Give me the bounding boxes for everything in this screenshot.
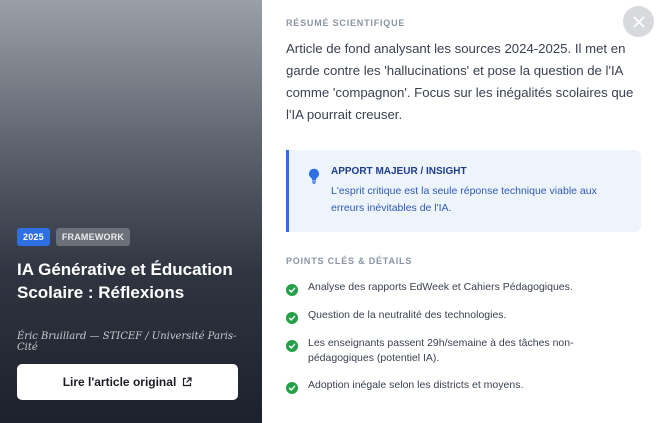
external-link-icon (183, 377, 192, 387)
key-points-heading: POINTS CLÉS & DÉTAILS (286, 256, 413, 266)
close-button[interactable] (623, 6, 654, 37)
check-circle-icon (286, 340, 298, 352)
year-badge: 2025 (17, 228, 50, 246)
read-original-label: Lire l'article original (62, 375, 177, 389)
point-text: Les enseignants passent 29h/semaine à de… (308, 337, 574, 364)
type-badge: FRAMEWORK (55, 228, 131, 246)
point-text: Question de la neutralité des technologi… (308, 309, 507, 321)
point-text: Analyse des rapports EdWeek et Cahiers P… (308, 281, 573, 293)
article-author: Éric Bruillard — STICEF / Université Par… (17, 331, 237, 353)
close-icon (633, 16, 644, 27)
key-points-list: Analyse des rapports EdWeek et Cahiers P… (286, 280, 646, 406)
article-title: IA Générative et Éducation Scolaire : Ré… (17, 260, 233, 302)
point-text: Adoption inégale selon les districts et … (308, 379, 524, 391)
check-circle-icon (286, 284, 298, 296)
tag-list: 2025 FRAMEWORK (17, 228, 131, 246)
details-panel: RÉSUMÉ SCIENTIFIQUE Article de fond anal… (262, 0, 664, 423)
list-item: Analyse des rapports EdWeek et Cahiers P… (286, 280, 646, 296)
summary-text: Article de fond analysant les sources 20… (286, 41, 634, 122)
check-circle-icon (286, 382, 298, 394)
check-circle-icon (286, 312, 298, 324)
insight-box: APPORT MAJEUR / INSIGHT L'esprit critiqu… (286, 150, 641, 232)
lightbulb-icon (309, 168, 319, 184)
insight-text: L'esprit critique est la seule réponse t… (331, 185, 597, 214)
insight-title: APPORT MAJEUR / INSIGHT (331, 166, 467, 177)
summary-heading: RÉSUMÉ SCIENTIFIQUE (286, 18, 406, 28)
list-item: Les enseignants passent 29h/semaine à de… (286, 336, 646, 366)
list-item: Adoption inégale selon les districts et … (286, 378, 646, 394)
article-cover-panel: 2025 FRAMEWORK IA Générative et Éducatio… (0, 0, 262, 423)
read-original-button[interactable]: Lire l'article original (17, 364, 238, 400)
list-item: Question de la neutralité des technologi… (286, 308, 646, 324)
